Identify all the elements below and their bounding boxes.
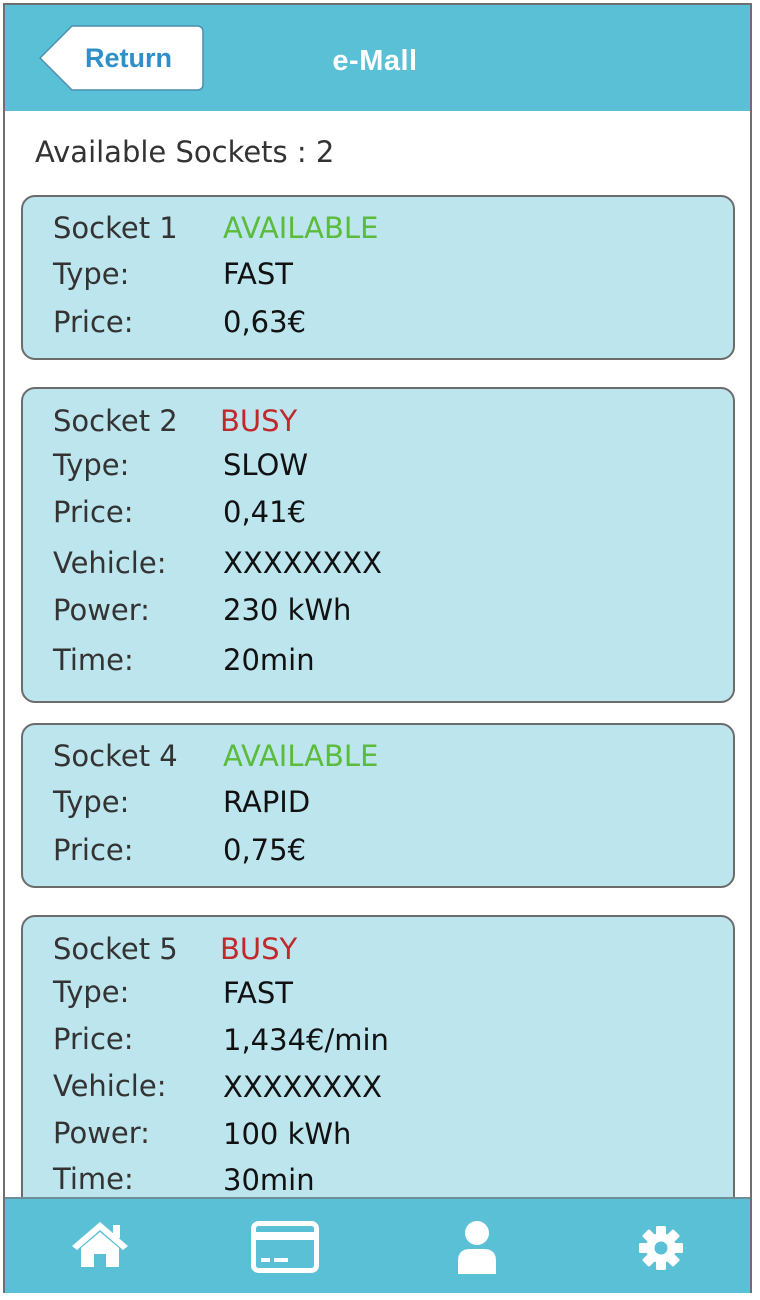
page-title: e-Mall — [332, 45, 418, 77]
price-value: 0,41€ — [223, 495, 307, 529]
socket-card-4[interactable]: Socket 4 AVAILABLE Type: RAPID Price: 0,… — [21, 723, 735, 888]
type-value: RAPID — [223, 785, 311, 819]
time-value: 20min — [223, 643, 315, 677]
price-label: Price: — [53, 495, 134, 529]
socket-name: Socket 4 — [53, 739, 178, 773]
type-value: SLOW — [223, 448, 309, 482]
available-sockets-count: Available Sockets : 2 — [35, 135, 335, 169]
socket-status: BUSY — [220, 932, 298, 966]
power-value: 230 kWh — [223, 593, 352, 627]
socket-card-2[interactable]: Socket 2 BUSY Type: SLOW Price: 0,41€ Ve… — [21, 387, 735, 703]
price-label: Price: — [53, 1022, 134, 1056]
socket-name: Socket 1 — [53, 211, 178, 245]
type-label: Type: — [53, 785, 130, 819]
socket-status: AVAILABLE — [223, 739, 379, 773]
gear-icon[interactable] — [638, 1225, 684, 1275]
socket-name: Socket 5 — [53, 932, 178, 966]
home-icon[interactable] — [71, 1219, 129, 1273]
card-icon[interactable] — [251, 1221, 319, 1277]
power-label: Power: — [53, 593, 150, 627]
socket-status: AVAILABLE — [223, 211, 379, 245]
time-label: Time: — [53, 643, 134, 677]
price-label: Price: — [53, 833, 134, 867]
type-value: FAST — [223, 976, 293, 1010]
header-bar: Return e-Mall — [5, 5, 750, 111]
vehicle-label: Vehicle: — [53, 546, 167, 580]
vehicle-value: XXXXXXXX — [223, 1070, 382, 1104]
type-label: Type: — [53, 448, 130, 482]
vehicle-label: Vehicle: — [53, 1069, 167, 1103]
socket-card-1[interactable]: Socket 1 AVAILABLE Type: FAST Price: 0,6… — [21, 195, 735, 360]
power-value: 100 kWh — [223, 1117, 352, 1151]
type-label: Type: — [53, 975, 130, 1009]
vehicle-value: XXXXXXXX — [223, 546, 382, 580]
bottom-nav-bar — [5, 1197, 750, 1293]
price-value: 1,434€/min — [223, 1023, 389, 1057]
price-label: Price: — [53, 305, 134, 339]
time-label: Time: — [53, 1162, 134, 1196]
type-value: FAST — [223, 257, 293, 291]
time-value: 30min — [223, 1163, 315, 1197]
price-value: 0,75€ — [223, 833, 307, 867]
type-label: Type: — [53, 257, 130, 291]
power-label: Power: — [53, 1116, 150, 1150]
socket-name: Socket 2 — [53, 404, 178, 438]
price-value: 0,63€ — [223, 305, 307, 339]
user-icon[interactable] — [457, 1219, 497, 1279]
app-screen: Return e-Mall Available Sockets : 2 Sock… — [3, 3, 752, 1293]
socket-status: BUSY — [220, 404, 298, 438]
